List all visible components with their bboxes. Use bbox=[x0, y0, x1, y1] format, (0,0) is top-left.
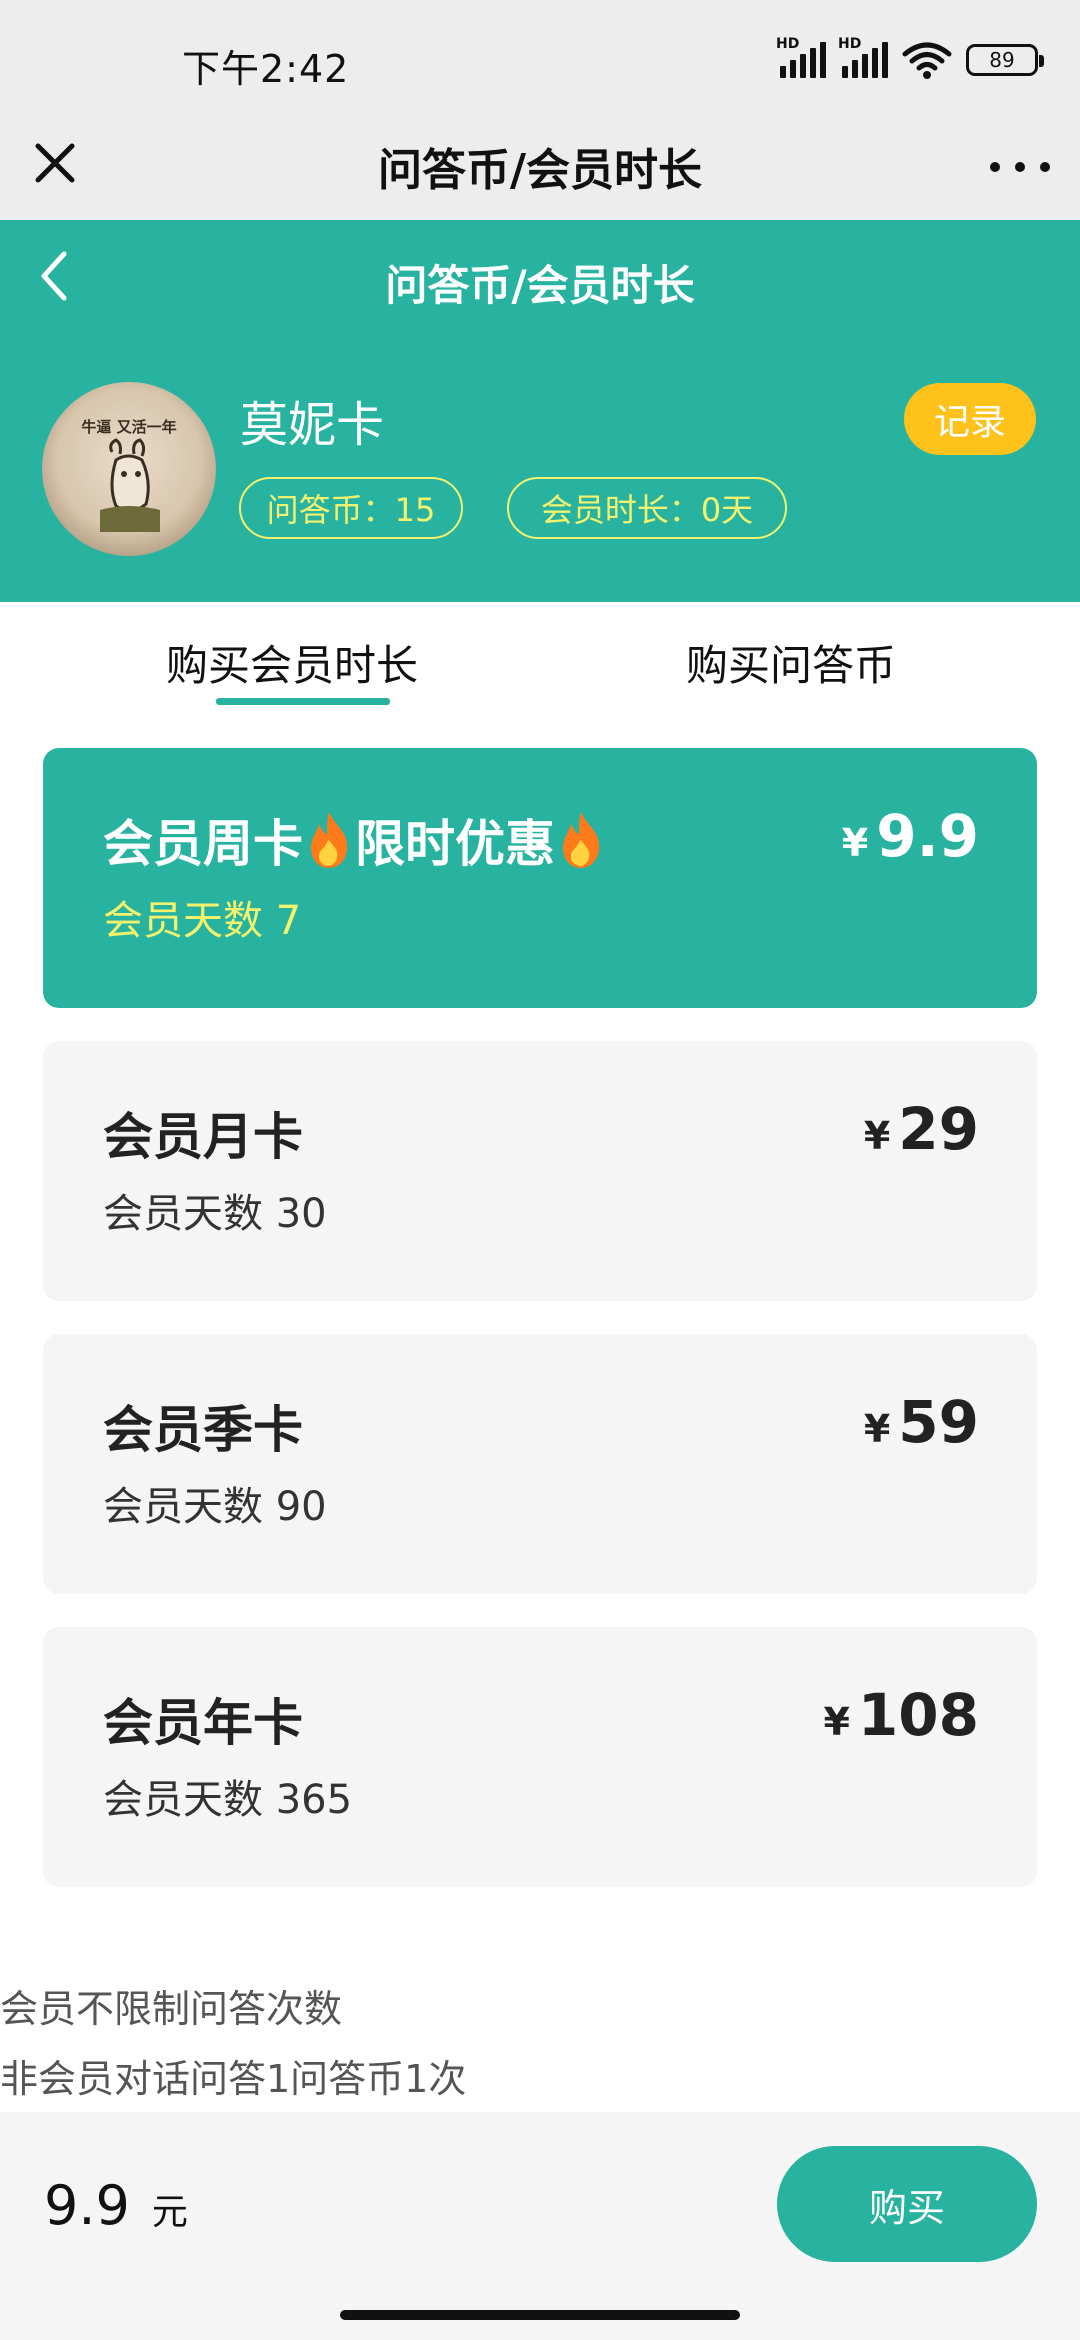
total-amount: 9.9 bbox=[44, 2174, 130, 2237]
record-button[interactable]: 记录 bbox=[904, 383, 1036, 455]
status-time: 下午2:42 bbox=[182, 47, 350, 91]
membership-days-badge: 会员时长：0天 bbox=[507, 477, 787, 539]
non-member-note: 非会员对话问答1问答币1次 bbox=[0, 2057, 467, 2101]
plan-days: 会员天数 7 bbox=[103, 898, 302, 944]
fire-icon bbox=[563, 812, 600, 868]
buy-button[interactable]: 购买 bbox=[777, 2146, 1037, 2262]
hd-label: HD bbox=[776, 36, 800, 52]
currency-symbol: ¥ bbox=[863, 1407, 891, 1451]
plan-card-weekly[interactable]: 会员周卡 限时优惠 会员天数 7 ¥ 9.9 bbox=[43, 748, 1037, 1008]
profile-header: 问答币/会员时长 牛逼 又活一年 莫妮卡 记录 问答币：15 会员时长：0天 bbox=[0, 220, 1080, 602]
plan-name: 会员周卡 限时优惠 bbox=[103, 804, 607, 876]
plan-price: ¥ 9.9 bbox=[842, 802, 979, 870]
app-title: 问答币/会员时长 bbox=[377, 145, 703, 196]
app-bar: 问答币/会员时长 bbox=[0, 118, 1080, 220]
checkout-bar: 9.9 元 购买 bbox=[0, 2112, 1080, 2340]
tab-bar: 购买会员时长 购买问答币 bbox=[0, 602, 1080, 712]
plan-name: 会员季卡 bbox=[103, 1401, 303, 1459]
page-title: 问答币/会员时长 bbox=[385, 261, 695, 310]
plan-promo-text: 限时优惠 bbox=[355, 815, 555, 873]
tab-buy-coins[interactable]: 购买问答币 bbox=[686, 632, 896, 693]
plan-card-quarterly[interactable]: 会员季卡 会员天数 90 ¥ 59 bbox=[43, 1334, 1037, 1594]
home-indicator[interactable] bbox=[340, 2310, 740, 2320]
signal-icon: HD bbox=[776, 36, 826, 78]
plan-price-value: 59 bbox=[898, 1388, 979, 1456]
signal-icon-2: HD bbox=[838, 36, 888, 78]
plan-price-value: 108 bbox=[857, 1681, 979, 1749]
plan-name: 会员月卡 bbox=[103, 1108, 303, 1166]
username: 莫妮卡 bbox=[240, 397, 385, 453]
plan-price-value: 9.9 bbox=[876, 802, 979, 870]
total-unit: 元 bbox=[151, 2192, 188, 2233]
plan-days: 会员天数 90 bbox=[103, 1484, 327, 1530]
status-icons: HD HD 89 bbox=[776, 36, 1044, 80]
plan-name-text: 会员周卡 bbox=[103, 815, 303, 873]
wifi-icon bbox=[902, 42, 952, 79]
hd-label-2: HD bbox=[838, 36, 862, 52]
avatar-illustration bbox=[100, 438, 160, 532]
active-tab-indicator bbox=[216, 698, 390, 705]
plan-price: ¥ 108 bbox=[823, 1681, 979, 1749]
plan-name: 会员年卡 bbox=[103, 1694, 303, 1752]
status-bar: 下午2:42 HD HD 89 bbox=[0, 0, 1080, 118]
total-price: 9.9 元 bbox=[44, 2174, 188, 2237]
tab-buy-membership[interactable]: 购买会员时长 bbox=[166, 632, 418, 693]
more-icon[interactable] bbox=[990, 142, 1050, 192]
plan-price: ¥ 59 bbox=[864, 1388, 979, 1456]
plan-card-yearly[interactable]: 会员年卡 会员天数 365 ¥ 108 bbox=[43, 1627, 1037, 1887]
battery-icon: 89 bbox=[966, 44, 1044, 76]
currency-symbol: ¥ bbox=[863, 1114, 891, 1158]
coins-balance-badge: 问答币：15 bbox=[239, 477, 463, 539]
plan-card-monthly[interactable]: 会员月卡 会员天数 30 ¥ 29 bbox=[43, 1041, 1037, 1301]
plan-days: 会员天数 30 bbox=[103, 1191, 327, 1237]
member-note: 会员不限制问答次数 bbox=[0, 1987, 343, 2031]
plan-price: ¥ 29 bbox=[864, 1095, 979, 1163]
plan-days: 会员天数 365 bbox=[103, 1777, 353, 1823]
fire-icon bbox=[311, 812, 348, 868]
plan-price-value: 29 bbox=[898, 1095, 979, 1163]
avatar: 牛逼 又活一年 bbox=[42, 382, 216, 556]
currency-symbol: ¥ bbox=[823, 1700, 850, 1744]
currency-symbol: ¥ bbox=[841, 821, 869, 865]
